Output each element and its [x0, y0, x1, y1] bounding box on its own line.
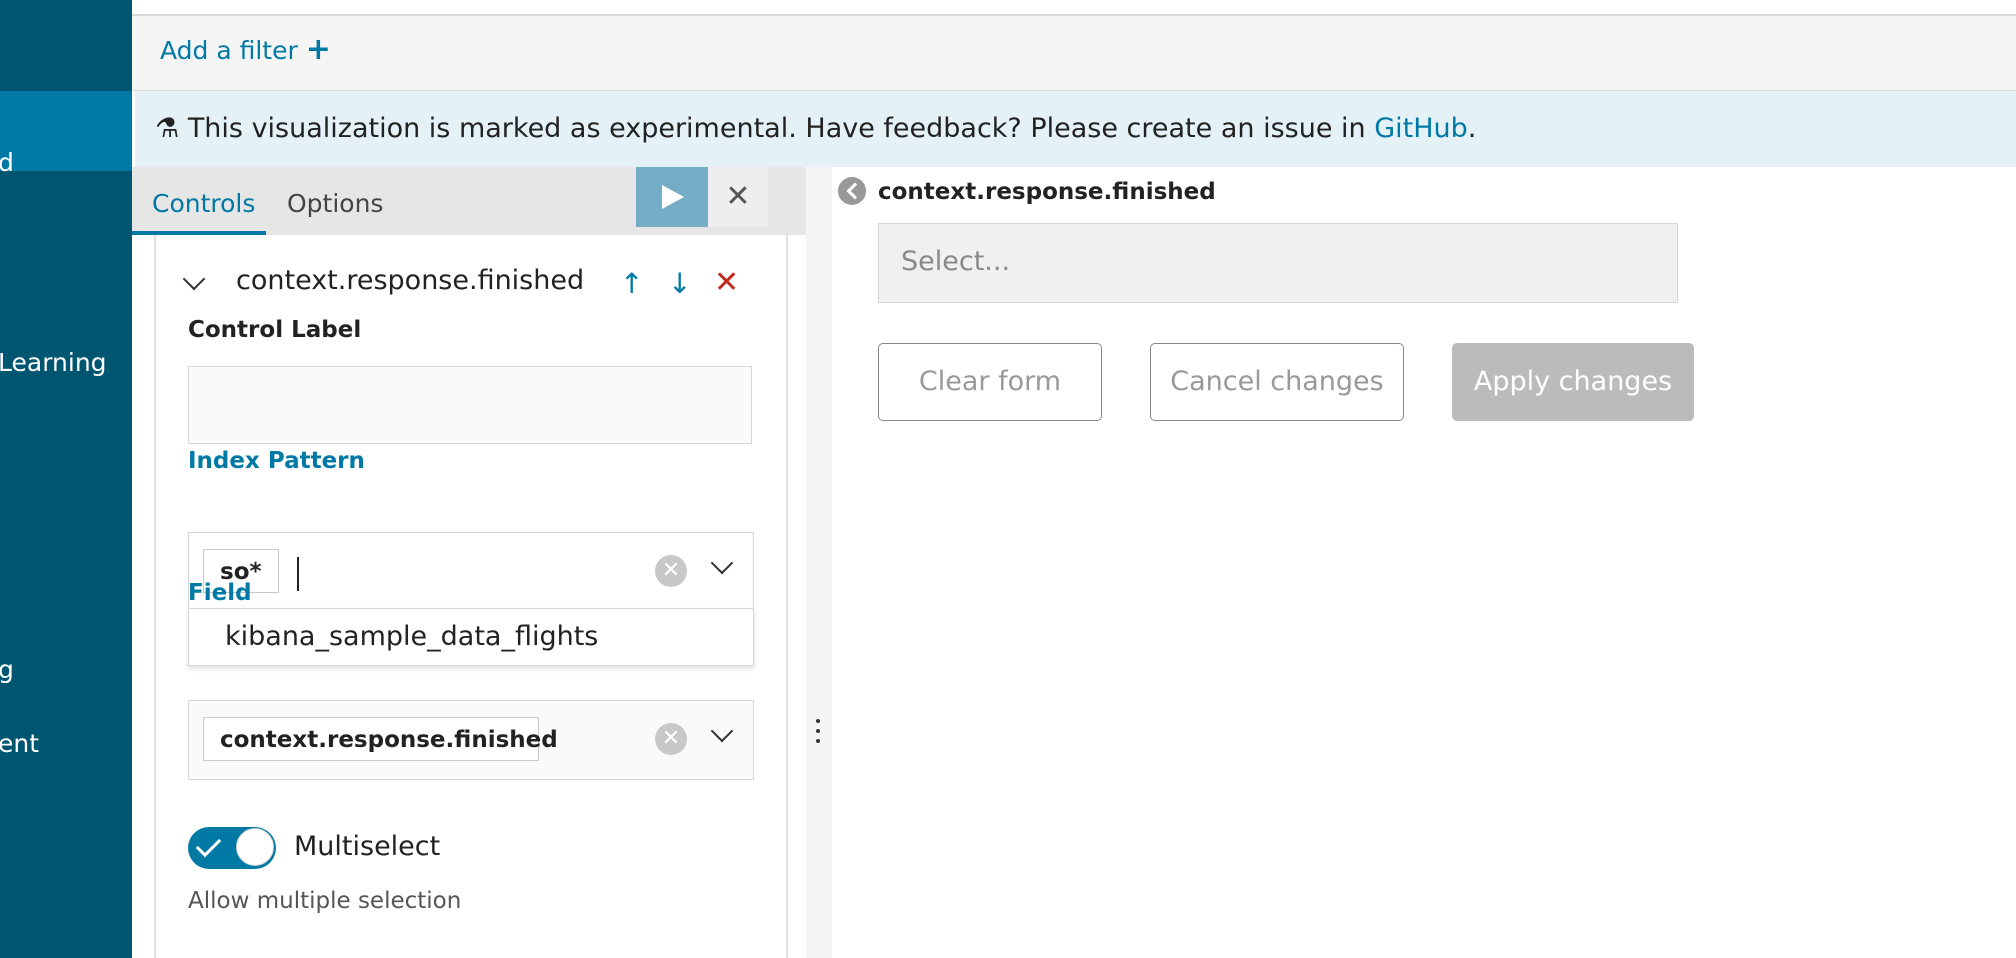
chevron-down-icon[interactable]	[710, 719, 734, 743]
add-filter-button[interactable]: Add a filter +	[160, 35, 331, 66]
sidebar-item-management[interactable]: ent	[0, 729, 39, 758]
field-title: Field	[188, 580, 252, 606]
field-chip[interactable]: context.response.finished	[203, 717, 558, 761]
add-filter-label: Add a filter	[160, 36, 298, 65]
query-bar-edge	[132, 0, 2016, 16]
sidebar-item-monitoring[interactable]: g	[0, 655, 14, 684]
apply-changes-button[interactable]: Apply changes	[1452, 343, 1694, 421]
sidebar-item-dashboard[interactable]: d	[0, 148, 14, 177]
remove-control-button[interactable]: ✕	[714, 265, 739, 300]
move-control-down-button[interactable]: ↓	[668, 267, 691, 300]
suggestion-option[interactable]: kibana_sample_data_flights	[225, 621, 598, 652]
select-placeholder: Select...	[901, 246, 1011, 277]
toggle-knob	[236, 828, 274, 866]
move-control-up-button[interactable]: ↑	[620, 267, 643, 300]
sidebar-active-item[interactable]	[0, 91, 132, 171]
control-editor-panel: context.response.finished ↑ ↓ ✕ Control …	[154, 235, 788, 958]
control-title: context.response.finished	[236, 265, 585, 296]
visualization-preview: context.response.finished Select... Clea…	[832, 167, 2016, 958]
banner-message: This visualization is marked as experime…	[187, 113, 1375, 144]
drag-handle-icon	[816, 719, 822, 749]
collapse-sidebar-icon[interactable]	[838, 177, 866, 205]
close-icon: ✕	[725, 179, 751, 214]
plus-icon: +	[305, 32, 331, 67]
index-pattern-title: Index Pattern	[188, 448, 365, 474]
field-combobox[interactable]: context.response.finished ✕	[188, 700, 754, 780]
chevron-down-icon[interactable]	[182, 267, 206, 291]
preview-control-label: context.response.finished	[878, 179, 1216, 205]
clear-form-button[interactable]: Clear form	[878, 343, 1102, 421]
tab-controls[interactable]: Controls	[152, 189, 255, 218]
visualization-editor: Controls Options ✕ context.response.fini…	[132, 167, 806, 958]
github-link[interactable]: GitHub	[1374, 113, 1468, 144]
check-icon	[195, 831, 222, 858]
multiselect-label: Multiselect	[294, 831, 441, 862]
experimental-banner: ⚗ This visualization is marked as experi…	[135, 91, 2016, 167]
control-label-title: Control Label	[188, 317, 362, 343]
index-pattern-suggestions: kibana_sample_data_flights	[188, 608, 754, 666]
text-cursor	[297, 557, 299, 591]
banner-suffix: .	[1467, 113, 1477, 144]
index-pattern-combobox[interactable]: so* ✕	[188, 532, 754, 612]
clear-icon[interactable]: ✕	[655, 555, 687, 587]
multiselect-help-text: Allow multiple selection	[188, 888, 462, 914]
side-navigation: d Learning g ent	[0, 0, 132, 958]
cancel-changes-button[interactable]: Cancel changes	[1150, 343, 1404, 421]
sidebar-item-machine-learning[interactable]: Learning	[0, 348, 107, 377]
panel-resize-handle[interactable]	[806, 167, 832, 958]
clear-icon[interactable]: ✕	[655, 723, 687, 755]
discard-editor-changes-button[interactable]: ✕	[708, 167, 768, 227]
filter-bar: Add a filter +	[132, 16, 2016, 91]
control-header[interactable]: context.response.finished	[182, 265, 585, 296]
preview-select[interactable]: Select...	[878, 223, 1678, 303]
chevron-down-icon[interactable]	[710, 551, 734, 575]
multiselect-toggle[interactable]	[188, 827, 276, 869]
apply-editor-changes-button[interactable]	[636, 167, 708, 227]
editor-tab-bar: Controls Options ✕	[132, 167, 806, 235]
tab-options[interactable]: Options	[287, 189, 383, 218]
flask-icon: ⚗	[155, 113, 180, 144]
control-label-input[interactable]	[188, 366, 752, 444]
